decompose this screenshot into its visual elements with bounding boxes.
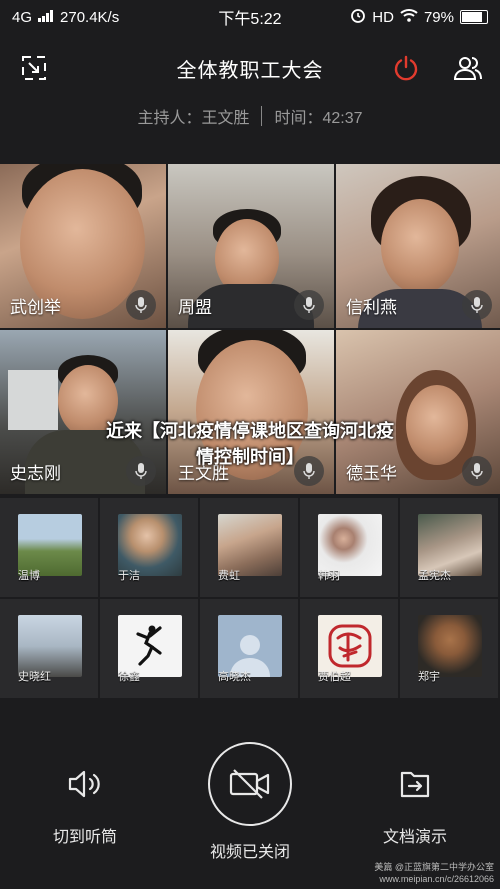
- participant-tile[interactable]: 高晓杰: [200, 599, 298, 698]
- signal-icon: [38, 9, 54, 26]
- video-status-label: 视频已关闭: [209, 844, 290, 861]
- meeting-header: 全体教职工大会: [0, 42, 500, 94]
- document-share-label: 文档演示: [382, 829, 447, 846]
- mic-icon: [294, 290, 324, 320]
- alarm-icon: [350, 7, 366, 27]
- video-tile[interactable]: 武创举: [0, 164, 166, 328]
- camera-off-icon: [229, 769, 270, 799]
- participant-name: 徐鑫: [118, 671, 140, 683]
- users-icon: [453, 57, 482, 80]
- toggle-video-button[interactable]: 视频已关闭: [195, 742, 305, 862]
- headline-overlay: 近来【河北疫情停课地区查询河北疫 情控制时间】: [60, 418, 440, 470]
- video-tile[interactable]: 周盟: [168, 164, 334, 328]
- participant-tile[interactable]: 孟宪杰: [400, 498, 498, 597]
- participant-tile[interactable]: 贾伯超: [300, 599, 398, 698]
- info-divider: [261, 106, 263, 126]
- participant-thumbnail-grid: 温博 于洁 费虹 韩羽 孟宪杰 史晓红 徐鑫 高晓杰 贾伯超 郑宇: [0, 498, 500, 700]
- minimize-icon: [22, 56, 46, 80]
- participant-tile[interactable]: 徐鑫: [100, 599, 198, 698]
- earpiece-label: 切到听筒: [52, 829, 117, 846]
- document-share-icon: [400, 771, 430, 798]
- minimize-window-button[interactable]: [16, 50, 52, 86]
- participant-name: 郑宇: [418, 671, 440, 683]
- meeting-duration: 时间：42:37: [274, 110, 363, 127]
- headline-line-1: 近来【河北疫情停课地区查询河北疫: [106, 421, 394, 441]
- jumpman-logo-icon: [136, 625, 162, 666]
- hd-indicator: HD: [372, 8, 394, 26]
- status-bar: 4G 270.4K/s 下午5:22 HD 79%: [0, 0, 500, 34]
- status-right: HD 79%: [350, 7, 488, 27]
- participant-tile[interactable]: 史晓红: [0, 599, 98, 698]
- battery-icon: [460, 10, 488, 24]
- host-label: 主持人：王文胜: [137, 110, 250, 127]
- participants-button[interactable]: [450, 50, 486, 86]
- watermark-line-2: www.meipian.cn/c/26612066: [379, 874, 494, 884]
- speaker-icon: [68, 770, 100, 798]
- participant-tile[interactable]: 韩羽: [300, 498, 398, 597]
- participant-name: 贾伯超: [318, 671, 351, 683]
- participant-name: 费虹: [218, 570, 240, 582]
- participant-tile[interactable]: 费虹: [200, 498, 298, 597]
- status-left: 4G 270.4K/s: [12, 9, 119, 26]
- participant-name: 孟宪杰: [418, 570, 451, 582]
- mic-icon: [462, 290, 492, 320]
- wifi-icon: [400, 8, 418, 26]
- participant-tile[interactable]: 温博: [0, 498, 98, 597]
- document-share-button[interactable]: 文档演示: [360, 768, 470, 847]
- mic-icon: [462, 456, 492, 486]
- participant-tile[interactable]: 郑宇: [400, 599, 498, 698]
- participant-name: 信利燕: [346, 298, 397, 317]
- bottom-controls: 切到听筒 视频已关闭 文档演示 美篇 @正蓝旗第二中学办公室 www.meipi…: [0, 720, 500, 889]
- meeting-info: 主持人：王文胜 时间：42:37: [0, 100, 500, 132]
- network-type: 4G: [12, 8, 33, 26]
- end-meeting-button[interactable]: [388, 50, 424, 86]
- headline-line-2: 情控制时间】: [196, 447, 304, 467]
- network-speed: 270.4K/s: [60, 8, 120, 26]
- video-toggle-circle: [208, 742, 292, 826]
- watermark-line-1: 美篇 @正蓝旗第二中学办公室: [374, 862, 494, 872]
- power-icon: [394, 55, 418, 81]
- participant-name: 史志刚: [10, 464, 61, 483]
- participant-name: 韩羽: [318, 570, 340, 582]
- participant-name: 武创举: [10, 298, 61, 317]
- switch-to-earpiece-button[interactable]: 切到听筒: [30, 768, 140, 847]
- participant-name: 温博: [18, 570, 40, 582]
- seal-stamp-icon: [328, 624, 372, 668]
- participant-name: 史晓红: [18, 671, 51, 683]
- video-tile[interactable]: 信利燕: [336, 164, 500, 328]
- participant-name: 于洁: [118, 570, 140, 582]
- participant-name: 高晓杰: [218, 671, 251, 683]
- participant-tile[interactable]: 于洁: [100, 498, 198, 597]
- meeting-title: 全体教职工大会: [176, 59, 324, 82]
- participant-name: 周盟: [178, 298, 212, 317]
- battery-percent: 79%: [423, 8, 454, 26]
- mic-icon: [126, 290, 156, 320]
- watermark: 美篇 @正蓝旗第二中学办公室 www.meipian.cn/c/26612066: [374, 861, 494, 885]
